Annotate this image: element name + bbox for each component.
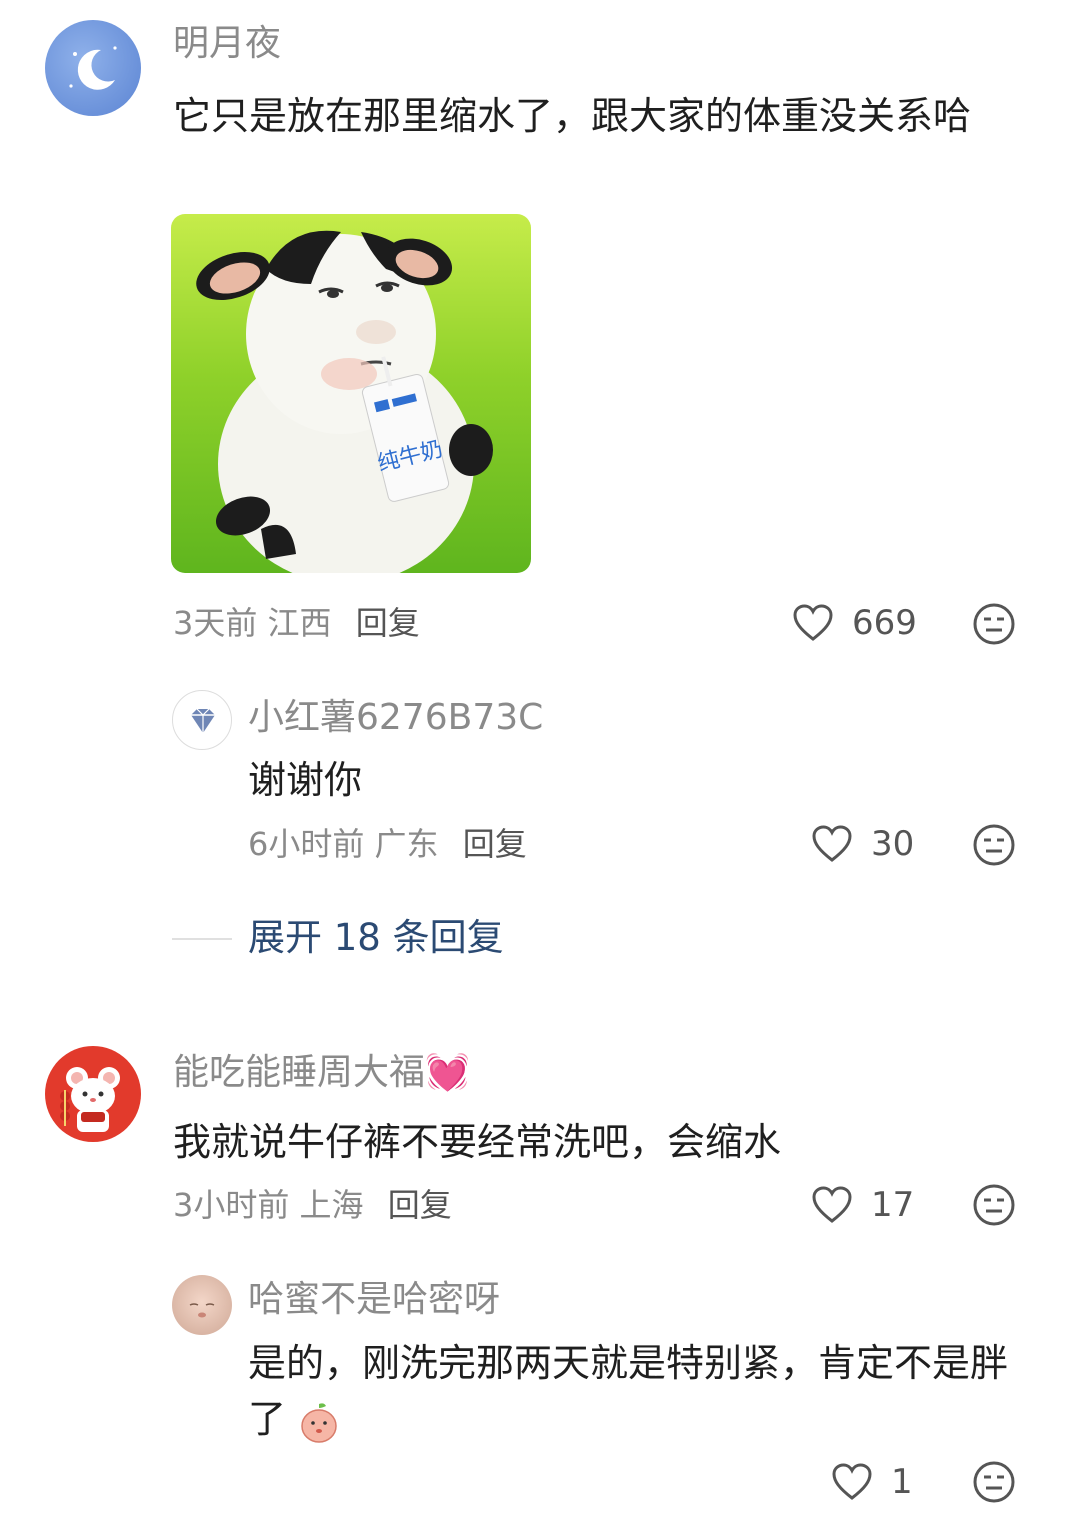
expand-divider xyxy=(172,938,232,940)
reply-time: 6小时前 xyxy=(248,825,365,863)
like-count: 669 xyxy=(852,603,917,643)
heart-outline-icon xyxy=(812,825,852,862)
avatar-hamibushihamiya[interactable] xyxy=(172,1275,232,1335)
reply-location: 广东 xyxy=(374,825,439,863)
expand-replies-link[interactable]: 展开 18 条回复 xyxy=(248,916,504,960)
heart-outline-icon xyxy=(812,1186,852,1223)
heart-outline-icon xyxy=(832,1463,872,1500)
reply-text: 是的，刚洗完那两天就是特别紧，肯定不是胖了 xyxy=(248,1335,1018,1447)
like-count: 30 xyxy=(871,824,915,864)
comment-username[interactable]: 明月夜 xyxy=(173,22,281,66)
comment-location: 上海 xyxy=(299,1186,364,1224)
like-button[interactable]: 17 xyxy=(811,1185,914,1225)
comment-meta: 3小时前 上海 回复 xyxy=(173,1185,452,1225)
neutral-face-icon xyxy=(973,603,1015,645)
neutral-face-icon xyxy=(973,1461,1015,1503)
like-button[interactable]: 1 xyxy=(831,1462,913,1502)
reply-text-content: 是的，刚洗完那两天就是特别紧，肯定不是胖了 xyxy=(248,1341,1009,1441)
comment-text: 它只是放在那里缩水了，跟大家的体重没关系哈 xyxy=(173,94,972,138)
like-button[interactable]: 669 xyxy=(792,603,917,643)
reply-username[interactable]: 哈蜜不是哈密呀 xyxy=(248,1278,500,1322)
peach-emoji-icon xyxy=(301,1402,337,1443)
avatar-mingyueye[interactable] xyxy=(45,20,141,116)
mouse-mascot-icon xyxy=(60,1067,120,1132)
emoji-reaction-button[interactable] xyxy=(972,1183,1016,1231)
like-count: 17 xyxy=(871,1185,915,1225)
avatar-xiaohongshu-user[interactable] xyxy=(172,690,232,750)
comment-location: 江西 xyxy=(267,604,332,642)
comment-time: 3天前 xyxy=(173,604,258,642)
emoji-reaction-button[interactable] xyxy=(972,1460,1016,1508)
like-count: 1 xyxy=(891,1462,913,1502)
reply-button[interactable]: 回复 xyxy=(463,825,527,863)
emoji-reaction-button[interactable] xyxy=(972,602,1016,650)
baby-photo-icon xyxy=(189,1303,215,1318)
neutral-face-icon xyxy=(973,824,1015,866)
heart-outline-icon xyxy=(793,604,833,641)
neutral-face-icon xyxy=(973,1184,1015,1226)
moon-icon xyxy=(69,46,117,90)
comment-username[interactable]: 能吃能睡周大福💓 xyxy=(173,1051,470,1095)
avatar-nengchinengshui[interactable] xyxy=(45,1046,141,1142)
reply-username[interactable]: 小红薯6276B73C xyxy=(248,696,543,740)
emoji-reaction-button[interactable] xyxy=(972,823,1016,871)
diamond-icon xyxy=(191,708,215,733)
comment-image[interactable]: 纯牛奶 xyxy=(171,214,531,573)
comment-text: 我就说牛仔裤不要经常洗吧，会缩水 xyxy=(173,1120,782,1164)
reply-button[interactable]: 回复 xyxy=(388,1186,452,1224)
comment-time: 3小时前 xyxy=(173,1186,290,1224)
cow-illustration: 纯牛奶 xyxy=(196,230,493,573)
like-button[interactable]: 30 xyxy=(811,824,914,864)
reply-text: 谢谢你 xyxy=(248,758,363,802)
comment-meta: 3天前 江西 回复 xyxy=(173,603,420,643)
reply-button[interactable]: 回复 xyxy=(356,604,420,642)
reply-meta: 6小时前 广东 回复 xyxy=(248,824,527,864)
